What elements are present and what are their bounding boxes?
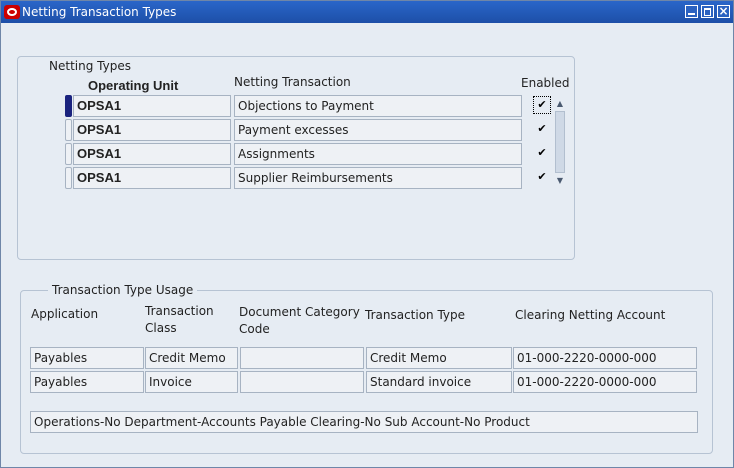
enabled-checkbox[interactable]: ✔	[536, 147, 548, 159]
window-title: Netting Transaction Types	[22, 5, 177, 19]
netting-types-title: Netting Types	[45, 59, 135, 73]
title-bar: Netting Transaction Types ×	[1, 1, 733, 23]
operating-unit-field[interactable]: OPSA1	[73, 143, 231, 165]
row-selector[interactable]	[65, 119, 72, 141]
header-application: Application	[31, 307, 99, 321]
transaction-class-field[interactable]: Credit Memo	[145, 347, 238, 369]
header-netting-transaction: Netting Transaction	[234, 75, 351, 89]
maximize-icon[interactable]	[701, 5, 714, 18]
operating-unit-field[interactable]: OPSA1	[73, 119, 231, 141]
header-enabled: Enabled	[521, 76, 570, 90]
header-operating-unit: Operating Unit	[88, 78, 179, 93]
netting-types-scrollbar[interactable]: ▲ ▼	[554, 97, 566, 188]
netting-transaction-types-window: Netting Transaction Types × Netting Type…	[0, 0, 734, 468]
header-clearing-netting-account: Clearing Netting Account	[515, 308, 666, 322]
transaction-type-field[interactable]: Credit Memo	[366, 347, 512, 369]
header-transaction-class-line2: Class	[145, 321, 177, 335]
operating-unit-field[interactable]: OPSA1	[73, 95, 231, 117]
row-selector[interactable]	[65, 167, 72, 189]
scroll-down-icon[interactable]: ▼	[554, 174, 566, 188]
minimize-icon[interactable]	[685, 5, 698, 18]
close-icon[interactable]: ×	[717, 5, 730, 18]
oracle-logo-icon	[4, 5, 20, 19]
operating-unit-field[interactable]: OPSA1	[73, 167, 231, 189]
application-field[interactable]: Payables	[30, 347, 144, 369]
row-selector[interactable]	[65, 143, 72, 165]
header-document-category-line1: Document Category	[239, 305, 360, 319]
header-transaction-class-line1: Transaction	[145, 304, 214, 318]
header-transaction-type: Transaction Type	[365, 308, 466, 322]
scroll-up-icon[interactable]: ▲	[554, 97, 566, 111]
row-selector[interactable]	[65, 95, 72, 117]
usage-title: Transaction Type Usage	[48, 283, 198, 297]
scrollbar-thumb[interactable]	[555, 111, 565, 173]
application-field[interactable]: Payables	[30, 371, 144, 393]
netting-transaction-field[interactable]: Payment excesses	[234, 119, 522, 141]
document-category-field[interactable]	[240, 371, 364, 393]
enabled-checkbox[interactable]: ✔	[536, 171, 548, 183]
netting-transaction-field[interactable]: Supplier Reimbursements	[234, 167, 522, 189]
header-document-category-line2: Code	[239, 322, 270, 336]
clearing-account-field[interactable]: 01-000-2220-0000-000	[513, 347, 697, 369]
enabled-checkbox[interactable]: ✔	[536, 123, 548, 135]
netting-transaction-field[interactable]: Objections to Payment	[234, 95, 522, 117]
transaction-type-field[interactable]: Standard invoice	[366, 371, 512, 393]
document-category-field[interactable]	[240, 347, 364, 369]
netting-transaction-field[interactable]: Assignments	[234, 143, 522, 165]
clearing-account-field[interactable]: 01-000-2220-0000-000	[513, 371, 697, 393]
enabled-checkbox[interactable]: ✔	[533, 96, 551, 114]
transaction-class-field[interactable]: Invoice	[145, 371, 238, 393]
account-description-field: Operations-No Department-Accounts Payabl…	[30, 411, 698, 433]
